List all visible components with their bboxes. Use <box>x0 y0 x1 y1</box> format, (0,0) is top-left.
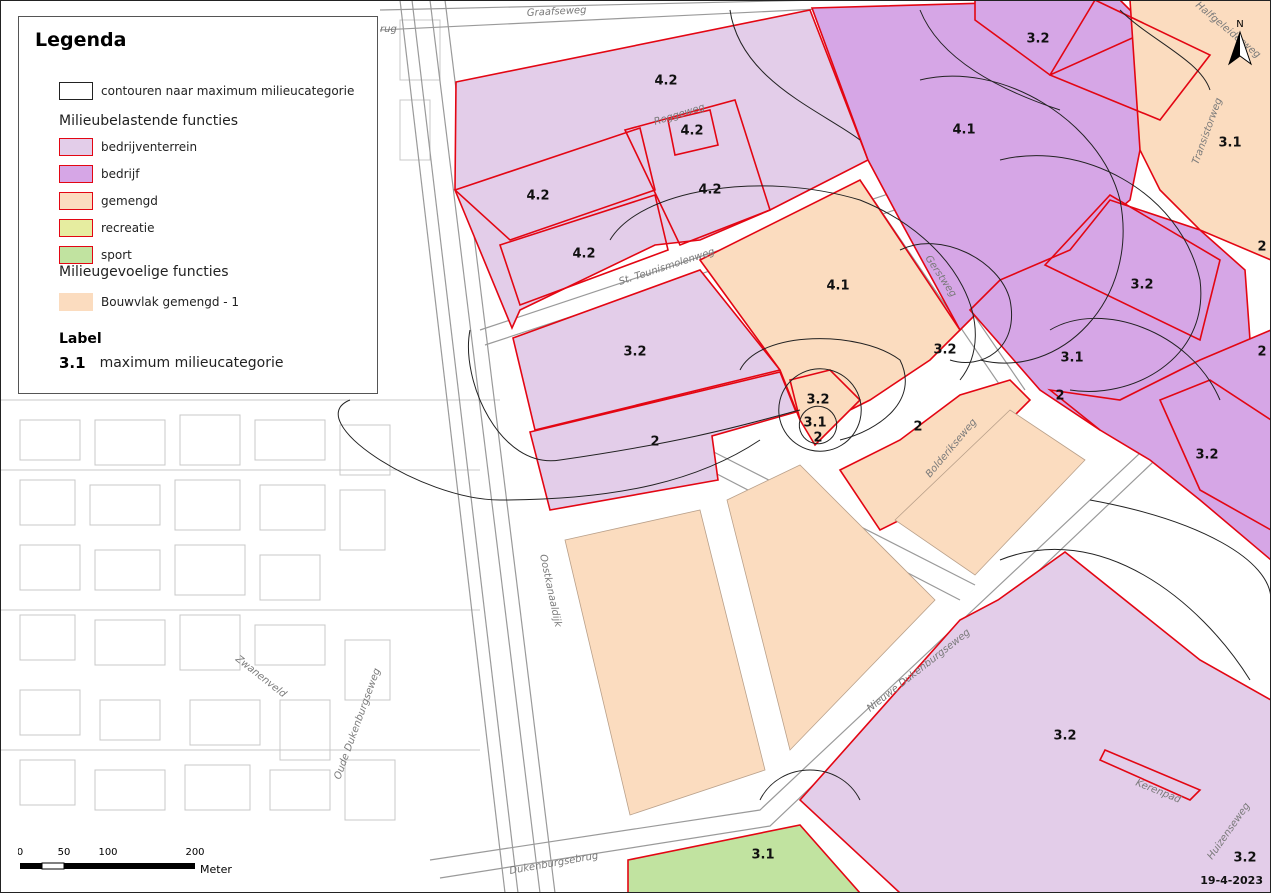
legend-label-row: 3.1 maximum milieucategorie <box>59 354 283 372</box>
legend-item-label: Bouwvlak gemengd - 1 <box>101 295 240 309</box>
north-arrow-icon: N <box>1228 19 1252 66</box>
street-label-graafseweg: Graafseweg <box>527 5 587 19</box>
legend-item-gemengd: gemengd <box>59 191 158 211</box>
zone-label: 3.2 <box>1053 729 1076 744</box>
zone-label: 2 <box>813 431 822 446</box>
legend-item-label: recreatie <box>101 221 155 235</box>
legend-item-sport: sport <box>59 245 132 265</box>
street-label-zwanenveld: Zwanenveld <box>232 653 288 700</box>
zones-sport[interactable] <box>627 824 862 893</box>
legend-item-label: bedrijf <box>101 167 140 181</box>
legend-label-title: Label <box>59 331 102 347</box>
legend-item-label: gemengd <box>101 194 158 208</box>
legend-item-bouwvlak: Bouwvlak gemengd - 1 <box>59 292 239 312</box>
zone-label: 2 <box>913 420 922 435</box>
zone-label: 4.2 <box>572 247 595 262</box>
legend-label-example: 3.1 <box>59 354 86 372</box>
legend-swatch-gemengd <box>59 192 93 210</box>
scale-tick-label: 50 <box>58 847 71 858</box>
scale-bar: 0 50 100 200 Meter <box>18 847 232 876</box>
zone-label: 4.2 <box>654 74 677 89</box>
zone-label: 3.1 <box>751 848 774 863</box>
zone-label: 2 <box>650 435 659 450</box>
street-label-dukenburgsebrug: Dukenburgsebrug <box>509 850 600 876</box>
map[interactable]: Graafseweg Roggeweg St. Teunismolenweg G… <box>0 0 1271 893</box>
zone-label: 4.1 <box>826 279 849 294</box>
legend-item-contour: contouren naar maximum milieucategorie <box>59 81 354 101</box>
legend-title: Legenda <box>35 29 127 51</box>
zone-label: 3.1 <box>1060 351 1083 366</box>
street-label-oude-dukenburgseweg: Oude Dukenburgseweg <box>332 667 382 781</box>
zone-label: 4.2 <box>526 189 549 204</box>
legend-item-bedrijf: bedrijf <box>59 164 139 184</box>
scale-unit: Meter <box>200 863 232 876</box>
legend-section-gevoelig: Milieugevoelige functies <box>59 264 229 280</box>
legend-item-label: contouren naar maximum milieucategorie <box>101 84 355 98</box>
zone-label: 3.2 <box>1026 32 1049 47</box>
zone-label: 3.2 <box>1130 278 1153 293</box>
street-label-fragment: rug <box>380 24 397 35</box>
north-label: N <box>1236 19 1243 30</box>
map-date: 19-4-2023 <box>1200 874 1263 887</box>
zone-label: 3.2 <box>1195 448 1218 463</box>
legend-swatch-bouwvlak <box>59 293 93 311</box>
legend-item-label: bedrijventerrein <box>101 140 198 154</box>
zone-label: 2 <box>1257 240 1266 255</box>
zone-label: 3.2 <box>1233 851 1256 866</box>
legend-swatch-recreatie <box>59 219 93 237</box>
zone-label: 2 <box>1257 345 1266 360</box>
scale-tick-label: 0 <box>18 847 23 858</box>
legend-swatch-bedrijventerrein <box>59 138 93 156</box>
zone-label: 3.1 <box>1218 136 1241 151</box>
legend-swatch-sport <box>59 246 93 264</box>
zone-label: 4.1 <box>952 123 975 138</box>
zone-label: 3.2 <box>623 345 646 360</box>
zone-label: 3.1 <box>803 416 826 431</box>
legend-swatch-contour <box>59 82 93 100</box>
scale-tick-label: 200 <box>185 847 204 858</box>
legend-item-bedrijventerrein: bedrijventerrein <box>59 137 197 157</box>
zone-label: 4.2 <box>680 124 703 139</box>
legend-swatch-bedrijf <box>59 165 93 183</box>
legend-item-label: sport <box>101 248 132 262</box>
scale-tick-label: 100 <box>98 847 117 858</box>
street-label-oostkanaaldijk: Oostkanaaldijk <box>537 553 563 629</box>
zone-label: 3.2 <box>933 343 956 358</box>
zone-label: 3.2 <box>806 393 829 408</box>
legend-section-belastend: Milieubelastende functies <box>59 113 239 129</box>
legend-item-recreatie: recreatie <box>59 218 154 238</box>
zone-label: 4.2 <box>698 183 721 198</box>
zone-label: 2 <box>1055 389 1064 404</box>
legend-panel: Legenda contouren naar maximum milieucat… <box>18 16 378 394</box>
legend-label-desc: maximum milieucategorie <box>99 355 284 371</box>
